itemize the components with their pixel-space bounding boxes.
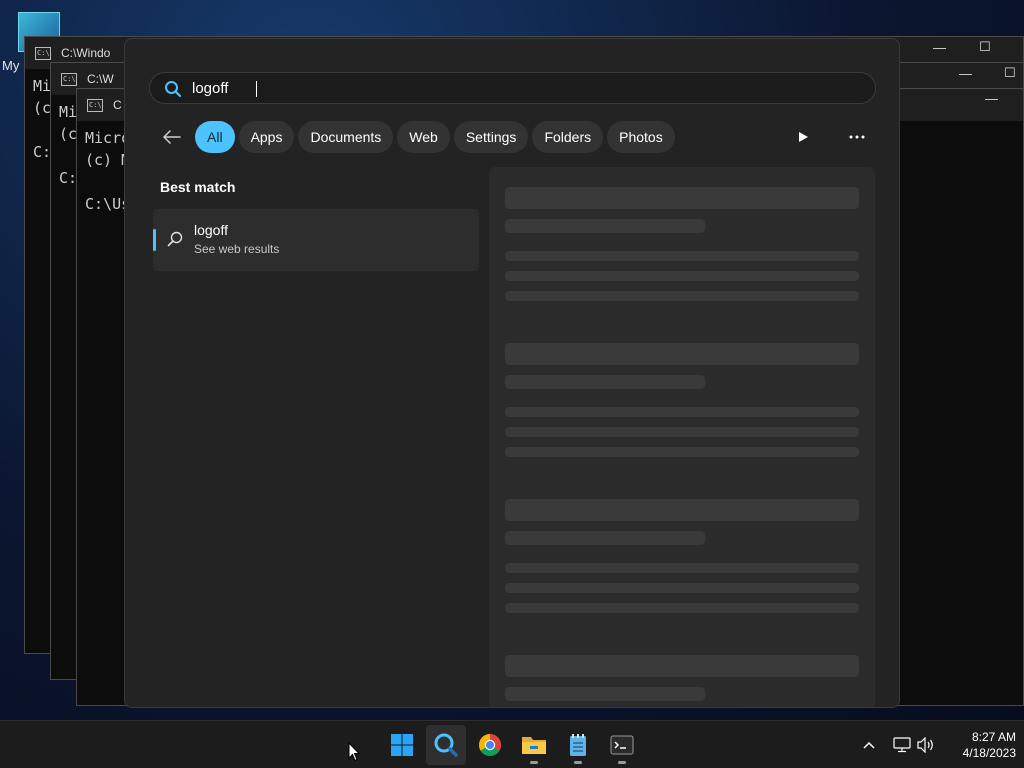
window-title: C [113, 98, 122, 112]
preview-pane-loading [489, 167, 875, 707]
skeleton-bar [505, 447, 859, 457]
chevron-up-icon [863, 741, 875, 749]
best-match-result[interactable]: logoff See web results [153, 209, 479, 271]
result-title: logoff [194, 222, 228, 238]
search-flyout: All Apps Documents Web Settings Folders … [124, 38, 900, 708]
taskbar-clock[interactable]: 8:27 AM 4/18/2023 [940, 729, 1016, 761]
search-filter-bar: All Apps Documents Web Settings Folders … [157, 121, 679, 153]
selection-indicator [153, 229, 156, 251]
filter-folders[interactable]: Folders [532, 121, 604, 153]
ellipsis-icon [849, 135, 865, 139]
network-button[interactable] [890, 737, 914, 753]
cmd-icon: C:\ [61, 72, 77, 86]
taskbar-chrome[interactable] [470, 725, 510, 765]
filter-web[interactable]: Web [397, 121, 450, 153]
search-icon [434, 733, 458, 757]
desktop-shortcut-label: My [2, 58, 20, 73]
skeleton-bar [505, 687, 705, 701]
skeleton-bar [505, 499, 859, 521]
back-button[interactable] [157, 122, 187, 152]
skeleton-bar [505, 563, 859, 573]
running-indicator [618, 761, 626, 764]
more-filters-button[interactable] [789, 123, 817, 151]
skeleton-bar [505, 655, 859, 677]
play-icon [799, 132, 808, 142]
search-input[interactable] [192, 77, 852, 99]
minimize-button[interactable]: — [985, 91, 998, 106]
filter-all[interactable]: All [195, 121, 235, 153]
filter-apps[interactable]: Apps [238, 121, 295, 153]
skeleton-bar [505, 187, 859, 209]
result-subtitle: See web results [194, 242, 280, 256]
taskbar-terminal[interactable] [602, 725, 642, 765]
filter-documents[interactable]: Documents [298, 121, 394, 153]
text-caret [256, 81, 257, 97]
window-title: C:\W [87, 72, 114, 86]
search-box[interactable] [149, 72, 876, 104]
maximize-button[interactable]: ☐ [979, 39, 991, 55]
chrome-icon [479, 734, 501, 756]
clock-time: 8:27 AM [971, 730, 1016, 744]
skeleton-bar [505, 375, 705, 389]
search-icon [165, 81, 182, 98]
system-tray [858, 721, 938, 768]
network-icon [893, 737, 911, 753]
terminal-icon [610, 735, 634, 755]
running-indicator [530, 761, 538, 764]
skeleton-bar [505, 407, 859, 417]
skeleton-bar [505, 583, 859, 593]
skeleton-bar [505, 219, 705, 233]
more-options-button[interactable] [843, 123, 871, 151]
skeleton-bar [505, 531, 705, 545]
skeleton-bar [505, 427, 859, 437]
skeleton-bar [505, 603, 859, 613]
mouse-pointer-icon [348, 742, 360, 762]
skeleton-bar [505, 271, 859, 281]
start-button[interactable] [382, 725, 422, 765]
skeleton-bar [505, 343, 859, 365]
speaker-icon [917, 737, 933, 753]
notepad-icon [570, 734, 586, 756]
taskbar-search-button[interactable] [426, 725, 466, 765]
taskbar: 8:27 AM 4/18/2023 [0, 720, 1024, 768]
taskbar-file-explorer[interactable] [514, 725, 554, 765]
cmd-icon: C:\ [35, 46, 51, 60]
skeleton-bar [505, 251, 859, 261]
filter-settings[interactable]: Settings [453, 121, 529, 153]
best-match-heading: Best match [160, 179, 236, 195]
show-hidden-icons-button[interactable] [858, 741, 880, 749]
maximize-button[interactable]: ☐ [1004, 65, 1016, 81]
minimize-button[interactable]: — [933, 40, 946, 55]
start-icon [391, 734, 413, 756]
cmd-icon: C:\ [87, 98, 103, 112]
file-explorer-icon [522, 737, 546, 754]
skeleton-bar [505, 291, 859, 301]
clock-date: 4/18/2023 [962, 746, 1016, 760]
taskbar-notepad[interactable] [558, 725, 598, 765]
arrow-left-icon [163, 130, 181, 144]
filter-photos[interactable]: Photos [607, 121, 675, 153]
minimize-button[interactable]: — [959, 66, 972, 81]
volume-button[interactable] [914, 737, 938, 753]
window-title: C:\Windo [61, 46, 111, 60]
search-icon [167, 231, 183, 247]
running-indicator [574, 761, 582, 764]
